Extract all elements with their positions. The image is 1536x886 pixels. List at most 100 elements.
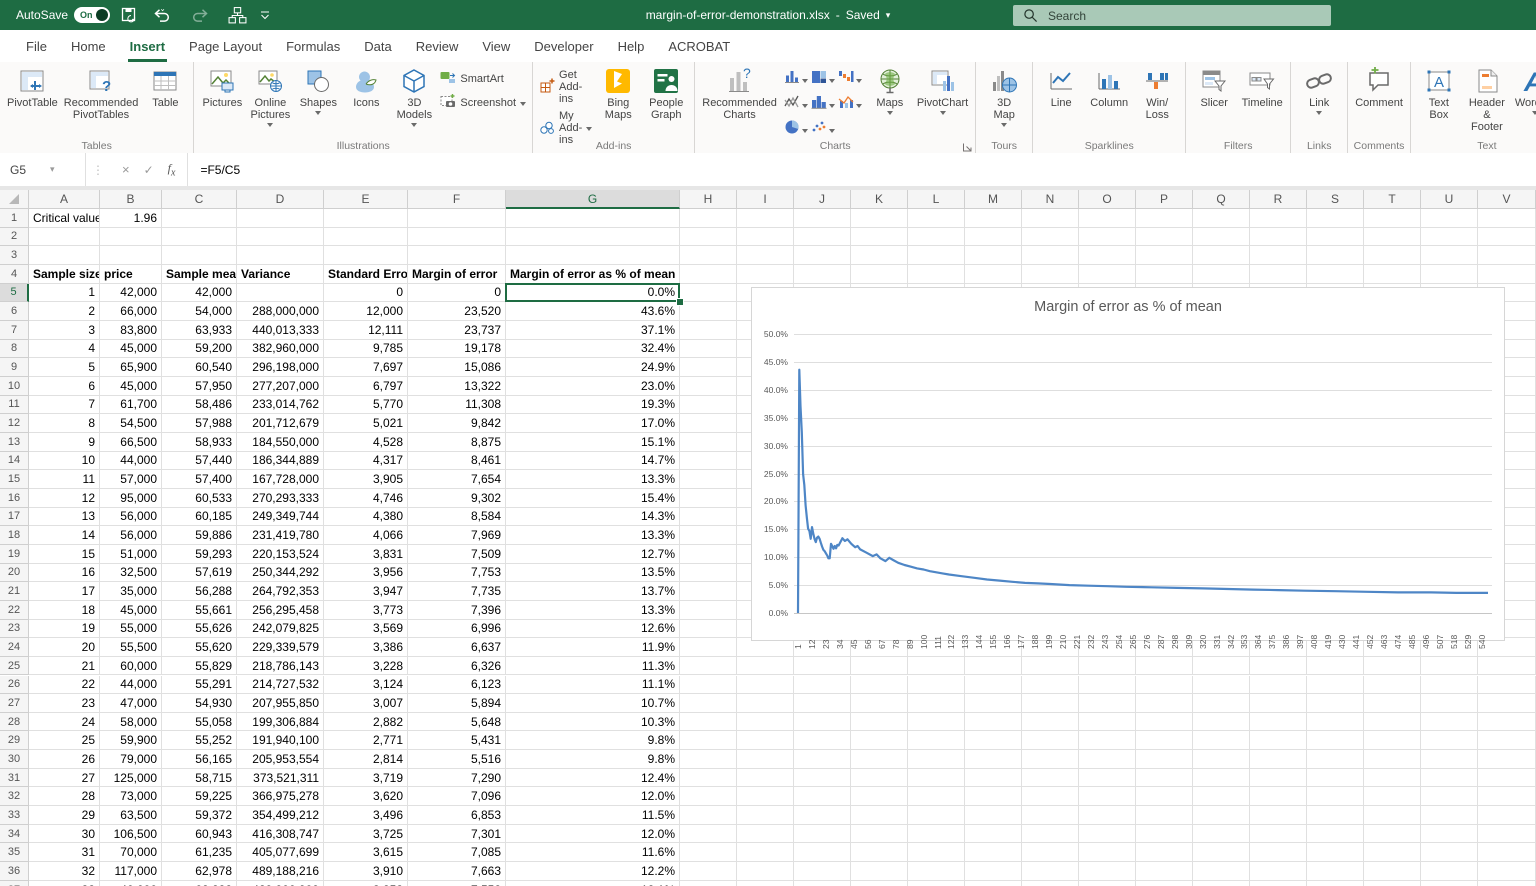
cell-B15[interactable]: 57,000 bbox=[100, 470, 162, 489]
row-header-23[interactable]: 23 bbox=[0, 620, 29, 639]
cell-G31[interactable]: 12.4% bbox=[506, 769, 680, 788]
cell[interactable] bbox=[908, 881, 965, 886]
cell[interactable] bbox=[965, 676, 1022, 695]
cell-G13[interactable]: 15.1% bbox=[506, 433, 680, 452]
cell[interactable] bbox=[851, 694, 908, 713]
cell-F32[interactable]: 7,096 bbox=[408, 787, 506, 806]
cell[interactable] bbox=[1307, 750, 1364, 769]
cell[interactable] bbox=[737, 862, 794, 881]
cell[interactable] bbox=[1421, 694, 1478, 713]
column-header-Q[interactable]: Q bbox=[1193, 190, 1250, 209]
cell[interactable] bbox=[680, 302, 737, 321]
cell[interactable] bbox=[1079, 694, 1136, 713]
cell-A35[interactable]: 31 bbox=[29, 843, 100, 862]
cell[interactable] bbox=[680, 396, 737, 415]
cell-G21[interactable]: 13.7% bbox=[506, 582, 680, 601]
cell-C15[interactable]: 57,400 bbox=[162, 470, 237, 489]
row-header-30[interactable]: 30 bbox=[0, 750, 29, 769]
cell[interactable] bbox=[908, 713, 965, 732]
cell[interactable] bbox=[1250, 657, 1307, 676]
cell-F10[interactable]: 13,322 bbox=[408, 377, 506, 396]
row-header-9[interactable]: 9 bbox=[0, 358, 29, 377]
cell[interactable] bbox=[1136, 787, 1193, 806]
column-header-F[interactable]: F bbox=[408, 190, 506, 209]
cell-G27[interactable]: 10.7% bbox=[506, 694, 680, 713]
title-dropdown-icon[interactable]: ▾ bbox=[886, 10, 891, 21]
row-header-24[interactable]: 24 bbox=[0, 638, 29, 657]
people-graph-button[interactable]: People Graph bbox=[642, 65, 690, 122]
cell[interactable] bbox=[851, 713, 908, 732]
cell-C37[interactable]: 62,282 bbox=[162, 881, 237, 886]
cell-D14[interactable]: 186,344,889 bbox=[237, 452, 324, 471]
row-header-4[interactable]: 4 bbox=[0, 265, 29, 284]
shapes-button[interactable]: Shapes bbox=[294, 65, 342, 116]
cell[interactable] bbox=[680, 526, 737, 545]
chevron-down-icon[interactable] bbox=[829, 79, 835, 83]
cell-E31[interactable]: 3,719 bbox=[324, 769, 408, 788]
cell[interactable] bbox=[965, 657, 1022, 676]
cell[interactable] bbox=[908, 769, 965, 788]
cell[interactable] bbox=[794, 806, 851, 825]
cell[interactable] bbox=[1250, 862, 1307, 881]
row-header-27[interactable]: 27 bbox=[0, 694, 29, 713]
cell-E20[interactable]: 3,956 bbox=[324, 564, 408, 583]
cell[interactable] bbox=[908, 750, 965, 769]
cell-B23[interactable]: 55,000 bbox=[100, 620, 162, 639]
cell-C18[interactable]: 59,886 bbox=[162, 526, 237, 545]
cell[interactable] bbox=[908, 862, 965, 881]
cell[interactable] bbox=[1421, 806, 1478, 825]
cell[interactable] bbox=[1250, 694, 1307, 713]
cell-F7[interactable]: 23,737 bbox=[408, 321, 506, 340]
cell[interactable] bbox=[1079, 806, 1136, 825]
cell-G4[interactable]: Margin of error as % of mean bbox=[506, 265, 680, 284]
cell-C7[interactable]: 63,933 bbox=[162, 321, 237, 340]
cell[interactable] bbox=[1079, 209, 1136, 228]
row-header-10[interactable]: 10 bbox=[0, 377, 29, 396]
cell-C27[interactable]: 54,930 bbox=[162, 694, 237, 713]
cell-B33[interactable]: 63,500 bbox=[100, 806, 162, 825]
cell-B37[interactable]: 40,000 bbox=[100, 881, 162, 886]
cell[interactable] bbox=[1421, 843, 1478, 862]
cell[interactable] bbox=[1250, 676, 1307, 695]
chart-treemap-button[interactable] bbox=[811, 69, 835, 90]
row-header-21[interactable]: 21 bbox=[0, 582, 29, 601]
cell[interactable] bbox=[1478, 825, 1536, 844]
cell-D29[interactable]: 191,940,100 bbox=[237, 731, 324, 750]
cell[interactable] bbox=[1478, 265, 1536, 284]
cell[interactable] bbox=[1079, 246, 1136, 265]
cell-G37[interactable]: 12.1% bbox=[506, 881, 680, 886]
column-header-S[interactable]: S bbox=[1307, 190, 1364, 209]
cell-A18[interactable]: 14 bbox=[29, 526, 100, 545]
cell[interactable] bbox=[1307, 657, 1364, 676]
chart-line-button[interactable] bbox=[784, 94, 808, 115]
cell[interactable] bbox=[1478, 769, 1536, 788]
cell[interactable] bbox=[851, 265, 908, 284]
cell[interactable] bbox=[237, 246, 324, 265]
cell-D26[interactable]: 214,727,532 bbox=[237, 676, 324, 695]
cell[interactable] bbox=[1307, 862, 1364, 881]
cell-A17[interactable]: 13 bbox=[29, 508, 100, 527]
cell-B35[interactable]: 70,000 bbox=[100, 843, 162, 862]
cell[interactable] bbox=[851, 769, 908, 788]
cell-D10[interactable]: 277,207,000 bbox=[237, 377, 324, 396]
tab-page-layout[interactable]: Page Layout bbox=[177, 30, 274, 62]
cell-C34[interactable]: 60,943 bbox=[162, 825, 237, 844]
undo-button[interactable] bbox=[152, 0, 172, 30]
cell[interactable] bbox=[1079, 750, 1136, 769]
insert-function-icon[interactable]: fx bbox=[168, 161, 176, 178]
cell-B22[interactable]: 45,000 bbox=[100, 601, 162, 620]
cell-F22[interactable]: 7,396 bbox=[408, 601, 506, 620]
cell[interactable] bbox=[1364, 750, 1421, 769]
cell[interactable] bbox=[737, 676, 794, 695]
cell[interactable] bbox=[737, 881, 794, 886]
column-header-B[interactable]: B bbox=[100, 190, 162, 209]
row-header-11[interactable]: 11 bbox=[0, 396, 29, 415]
cell[interactable] bbox=[1250, 731, 1307, 750]
tab-data[interactable]: Data bbox=[352, 30, 403, 62]
cell[interactable] bbox=[1478, 713, 1536, 732]
cell[interactable] bbox=[162, 228, 237, 247]
cell[interactable] bbox=[680, 769, 737, 788]
cell[interactable] bbox=[851, 843, 908, 862]
column-header-H[interactable]: H bbox=[680, 190, 737, 209]
cell-G26[interactable]: 11.1% bbox=[506, 676, 680, 695]
